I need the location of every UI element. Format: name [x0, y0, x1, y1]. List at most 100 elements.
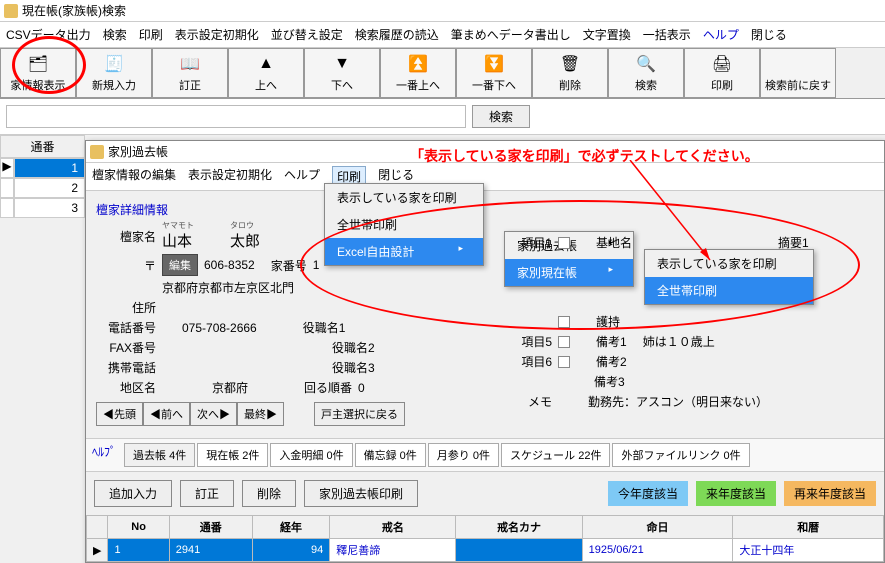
ruby-given: タロウ: [230, 222, 260, 230]
toolbar-icon: 🖨: [711, 53, 733, 75]
toolbar-下へ[interactable]: ▼下へ: [304, 48, 380, 98]
search-input[interactable]: [6, 105, 466, 128]
submenu-reset[interactable]: 表示設定初期化: [188, 166, 272, 187]
toolbar-icon: 🗂: [27, 53, 49, 75]
edit-action-button[interactable]: 訂正: [180, 480, 234, 507]
tab-memo[interactable]: 備忘録 0件: [355, 443, 426, 467]
th-years[interactable]: 経年: [252, 516, 330, 539]
menu-export[interactable]: 筆まめへデータ書出し: [451, 26, 571, 43]
value-surname: 山本: [162, 233, 192, 250]
menu-replace[interactable]: 文字置換: [583, 26, 631, 43]
th-no[interactable]: No: [108, 516, 169, 539]
label-name: 檀家名: [96, 228, 156, 245]
tab-deposit[interactable]: 入金明細 0件: [270, 443, 352, 467]
toolbar-一番上へ[interactable]: ⏫一番上へ: [380, 48, 456, 98]
app-icon: [4, 4, 18, 18]
label-summary: 摘要1: [778, 234, 809, 251]
toolbar-一番下へ[interactable]: ⏬ 一番下へ: [456, 48, 532, 98]
data-table: No 通番 経年 戒名 戒名カナ 命日 和暦 ▶ 1 2941 94 釋尼善諦 …: [86, 515, 884, 562]
list-item[interactable]: 3: [14, 198, 85, 218]
toolbar-上へ[interactable]: ▲上へ: [228, 48, 304, 98]
list-item[interactable]: 2: [14, 178, 85, 198]
left-list: 通番 ▶1 2 3: [0, 135, 85, 218]
toolbar-検索前に戻す[interactable]: 検索前に戻す: [760, 48, 836, 98]
toolbar-訂正[interactable]: 📖訂正: [152, 48, 228, 98]
toolbar-label: 検索前に戻す: [765, 77, 831, 93]
label-role2: 役職名2: [332, 339, 375, 356]
back-to-head-button[interactable]: 戸主選択に戻る: [314, 402, 405, 426]
tab-current[interactable]: 現在帳 2件: [197, 443, 268, 467]
section-label: 檀家詳細情報: [96, 201, 874, 218]
toolbar-icon: 📖: [179, 53, 201, 75]
th-kaimyo[interactable]: 戒名: [330, 516, 456, 539]
label-role1: 役職名1: [303, 319, 346, 336]
next-year-button[interactable]: 来年度該当: [696, 481, 776, 506]
this-year-button[interactable]: 今年度該当: [608, 481, 688, 506]
tabs-help[interactable]: ﾍﾙﾌﾟ: [92, 443, 116, 467]
label-turn: 回る順番: [304, 379, 352, 396]
label-addr: 住所: [96, 299, 156, 316]
nav-first[interactable]: ◀先頭: [96, 402, 143, 426]
th-date[interactable]: 命日: [582, 516, 733, 539]
toolbar-label: 検索: [635, 77, 657, 93]
submenu-edit[interactable]: 檀家情報の編集: [92, 166, 176, 187]
table-row[interactable]: ▶ 1 2941 94 釋尼善諦 1925/06/21 大正十四年: [87, 539, 884, 562]
search-button[interactable]: 検索: [472, 105, 530, 128]
tab-monthly[interactable]: 月参り 0件: [428, 443, 499, 467]
submenu-help[interactable]: ヘルプ: [284, 166, 320, 187]
edit-button[interactable]: 編集: [162, 254, 198, 276]
menu-csv[interactable]: CSVデータ出力: [6, 26, 91, 43]
list-item[interactable]: 1: [14, 158, 85, 178]
label-postal-mark: 〒: [96, 257, 156, 274]
menu-reset-display[interactable]: 表示設定初期化: [175, 26, 259, 43]
menu-help[interactable]: ヘルプ: [703, 26, 739, 43]
nav-next[interactable]: 次へ▶: [190, 402, 237, 426]
form-area: 檀家詳細情報 檀家名 ヤマモト 山本 タロウ 太郎 〒 編集 606-8352 …: [86, 191, 884, 438]
label-base: 基地名: [596, 234, 632, 251]
tab-past[interactable]: 過去帳 4件: [124, 443, 195, 467]
window-title: 現在帳(家族帳)検索: [22, 2, 126, 19]
toolbar-label: 一番上へ: [396, 77, 440, 93]
tab-schedule[interactable]: スケジュール 22件: [501, 443, 611, 467]
nav-last[interactable]: 最終▶: [237, 402, 284, 426]
toolbar-家情報表示[interactable]: 🗂家情報表示: [0, 48, 76, 98]
add-button[interactable]: 追加入力: [94, 480, 172, 507]
toolbar-新規入力[interactable]: 🧾新規入力: [76, 48, 152, 98]
value-region: 京都府: [212, 379, 248, 396]
th-kana[interactable]: 戒名カナ: [456, 516, 582, 539]
tab-filelink[interactable]: 外部ファイルリンク 0件: [612, 443, 749, 467]
menu-search[interactable]: 検索: [103, 26, 127, 43]
menu-close[interactable]: 閉じる: [751, 26, 787, 43]
toolbar-icon: 🧾: [103, 53, 125, 75]
right-column: 項目1 基地名 摘要1 護持 項目5 備考1 姉は１０歳上 項目6 備考2 備考…: [506, 231, 809, 413]
toolbar-印刷[interactable]: 🖨印刷: [684, 48, 760, 98]
year-after-button[interactable]: 再来年度該当: [784, 481, 876, 506]
label-tel: 電話番号: [96, 319, 156, 336]
nav-prev[interactable]: ◀前へ: [143, 402, 190, 426]
toolbar-削除[interactable]: 🗑削除: [532, 48, 608, 98]
th-seq[interactable]: 通番: [169, 516, 252, 539]
label-note2: 備考1: [596, 333, 627, 350]
th-era[interactable]: 和暦: [733, 516, 884, 539]
label-item5: 項目5: [506, 333, 552, 350]
checkbox[interactable]: [558, 316, 570, 328]
checkbox-item6[interactable]: [558, 356, 570, 368]
toolbar-label: 一番下へ: [472, 77, 516, 93]
label-role3: 役職名3: [332, 359, 375, 376]
menu-sort[interactable]: 並び替え設定: [271, 26, 343, 43]
toolbar-検索[interactable]: 🔍検索: [608, 48, 684, 98]
print-past-button[interactable]: 家別過去帳印刷: [304, 480, 418, 507]
checkbox-item5[interactable]: [558, 336, 570, 348]
checkbox-item1[interactable]: [558, 237, 570, 249]
menu-print[interactable]: 印刷: [139, 26, 163, 43]
menu-history[interactable]: 検索履歴の読込: [355, 26, 439, 43]
toolbar-icon: [787, 53, 809, 75]
label-region: 地区名: [96, 379, 156, 396]
toolbar-icon: ⏬: [483, 53, 505, 75]
value-turn: 0: [358, 381, 365, 395]
label-item6: 項目6: [506, 353, 552, 370]
toolbar-icon: 🗑: [559, 53, 581, 75]
delete-button[interactable]: 削除: [242, 480, 296, 507]
menu-showall[interactable]: 一括表示: [643, 26, 691, 43]
value-memo: 勤務先：アスコン（明日来ない）: [588, 393, 768, 410]
